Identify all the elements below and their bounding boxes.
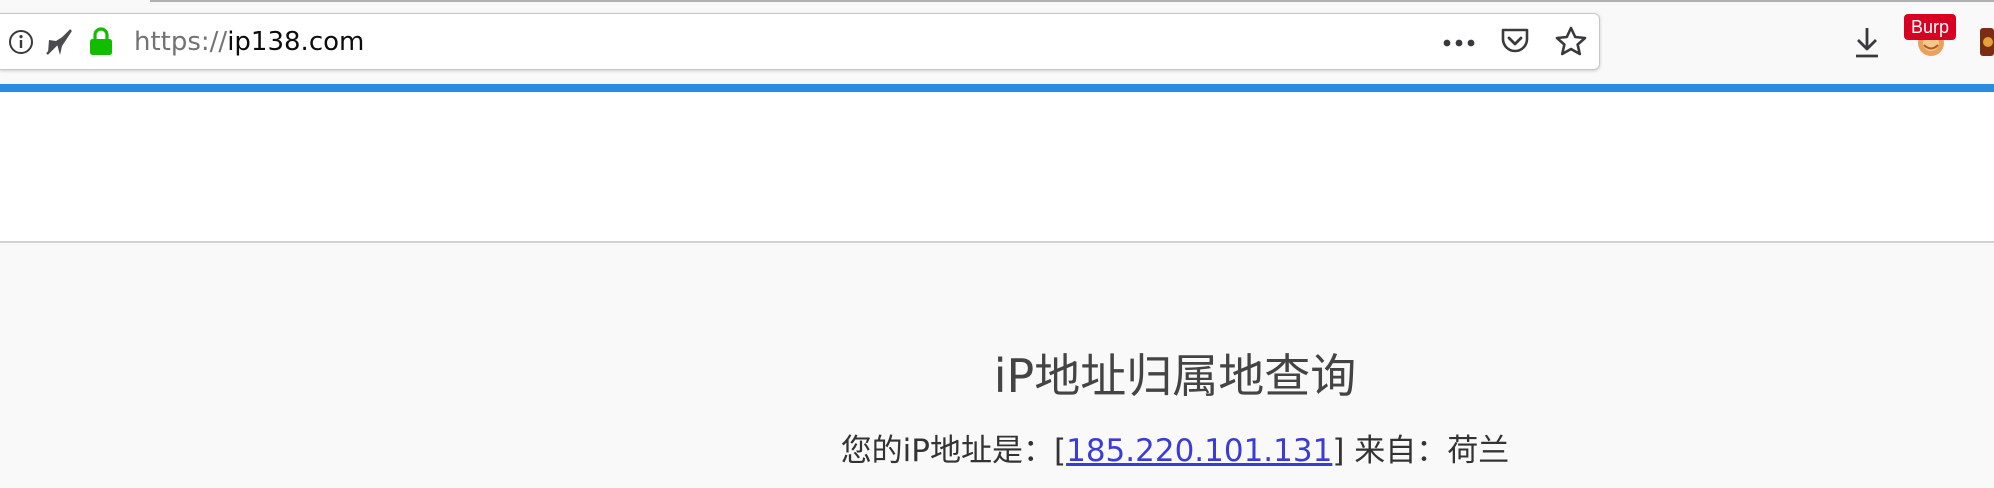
more-horizontal-icon[interactable] bbox=[1442, 38, 1476, 48]
tracking-protection-icon[interactable] bbox=[45, 28, 75, 56]
ip-address-link[interactable]: 185.220.101.131 bbox=[1066, 433, 1332, 469]
page-title: iP地址归属地查询 bbox=[993, 349, 1357, 403]
star-icon[interactable] bbox=[1555, 26, 1587, 56]
ip-result-line: 您的iP地址是：[185.220.101.131] 来自：荷兰 bbox=[0, 431, 1994, 471]
url-text[interactable]: https://ip138.com bbox=[134, 26, 364, 58]
page-load-progress-bar bbox=[0, 84, 1994, 92]
ip-label: 您的iP地址是：[ bbox=[840, 433, 1067, 469]
download-arrow-icon[interactable] bbox=[1853, 26, 1881, 58]
browser-toolbar: https://ip138.com Burp bbox=[0, 0, 1994, 84]
pocket-icon[interactable] bbox=[1500, 27, 1530, 55]
extension-badge: Burp bbox=[1904, 14, 1957, 40]
window-top-edge bbox=[150, 0, 1994, 2]
page-content: iP地址归属地查询 您的iP地址是：[185.220.101.131] 来自：荷… bbox=[0, 243, 1994, 488]
info-circle-icon[interactable] bbox=[8, 29, 34, 55]
green-padlock-icon[interactable] bbox=[88, 26, 114, 56]
ip-location: ] 来自：荷兰 bbox=[1332, 433, 1510, 469]
page-header bbox=[0, 92, 1994, 243]
url-scheme: https:// bbox=[134, 27, 228, 57]
address-bar[interactable]: https://ip138.com bbox=[0, 13, 1600, 70]
extension-icon[interactable] bbox=[1980, 26, 1994, 58]
url-host: ip138.com bbox=[227, 27, 365, 57]
